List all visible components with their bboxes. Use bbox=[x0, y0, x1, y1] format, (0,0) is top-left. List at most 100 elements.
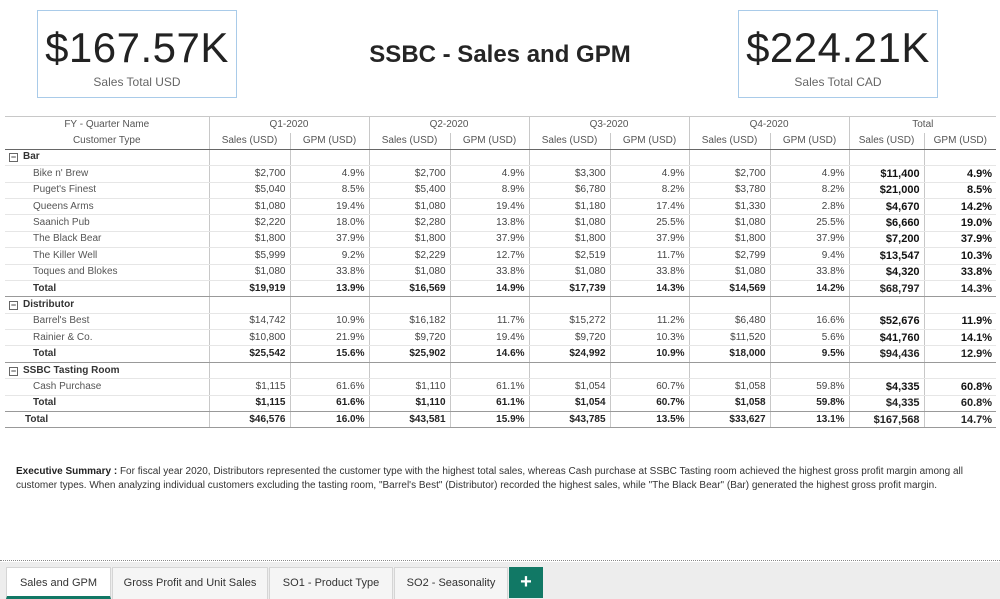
gpm-cell: 10.9% bbox=[289, 313, 370, 331]
sales-gpm-matrix[interactable]: FY - Quarter Name Q1-2020 Q2-2020 Q3-202… bbox=[5, 115, 997, 429]
group-row[interactable]: − Distributor bbox=[5, 296, 997, 314]
sales-cell: $15,272 bbox=[528, 313, 611, 331]
gpm-cell: 59.8% bbox=[769, 395, 850, 413]
customer-row[interactable]: Saanich Pub $2,220 18.0% $2,280 13.8% $1,080 2… bbox=[5, 214, 997, 232]
gpm-cell: 11.9% bbox=[923, 313, 997, 331]
sales-cell: $18,000 bbox=[688, 345, 771, 363]
header-sales[interactable]: Sales (USD) bbox=[528, 132, 611, 150]
report-page: $167.57K Sales Total USD SSBC - Sales an… bbox=[0, 0, 1000, 599]
tab-so2-seasonality[interactable]: SO2 - Seasonality bbox=[394, 567, 508, 599]
collapse-icon[interactable]: − bbox=[9, 153, 18, 163]
header-quarter[interactable]: Q3-2020 bbox=[528, 115, 690, 133]
group-row[interactable]: − Bar bbox=[5, 149, 997, 167]
header-quarter[interactable]: Q2-2020 bbox=[368, 115, 530, 133]
header-total-sales[interactable]: Sales (USD) bbox=[848, 132, 925, 150]
executive-summary: Executive Summary : For fiscal year 2020… bbox=[16, 465, 994, 493]
gpm-cell: 14.3% bbox=[923, 280, 997, 298]
empty-cell bbox=[449, 362, 530, 380]
gpm-cell: 19.4% bbox=[449, 329, 530, 347]
sales-cell: $11,400 bbox=[848, 165, 925, 183]
tab-sales-and-gpm[interactable]: Sales and GPM bbox=[6, 567, 111, 599]
sales-cell: $5,400 bbox=[368, 182, 451, 199]
gpm-cell: 9.2% bbox=[289, 247, 370, 265]
gpm-cell: 33.8% bbox=[289, 264, 370, 281]
subtotal-row[interactable]: Total $1,115 61.6% $1,110 61.1% $1,054 60.7% $1… bbox=[5, 395, 997, 413]
header-gpm[interactable]: GPM (USD) bbox=[289, 132, 370, 150]
subtotal-row[interactable]: Total $19,919 13.9% $16,569 14.9% $17,739 14.3… bbox=[5, 280, 997, 298]
customer-row[interactable]: Bike n' Brew $2,700 4.9% $2,700 4.9% $3,300 4.… bbox=[5, 165, 997, 183]
header-sales[interactable]: Sales (USD) bbox=[208, 132, 290, 150]
collapse-icon[interactable]: − bbox=[9, 366, 18, 376]
empty-cell bbox=[208, 362, 290, 380]
sales-cell: $7,200 bbox=[848, 231, 925, 249]
gpm-cell: 19.4% bbox=[449, 198, 530, 216]
sales-cell: $1,080 bbox=[208, 198, 290, 216]
gpm-cell: 37.9% bbox=[289, 231, 370, 249]
header-gpm[interactable]: GPM (USD) bbox=[769, 132, 850, 150]
header-sales[interactable]: Sales (USD) bbox=[688, 132, 771, 150]
gpm-cell: 4.9% bbox=[769, 165, 850, 183]
group-label[interactable]: − SSBC Tasting Room bbox=[5, 362, 209, 380]
sales-cell: $1,080 bbox=[688, 214, 771, 232]
empty-cell bbox=[688, 296, 771, 314]
gpm-cell: 37.9% bbox=[923, 231, 997, 249]
customer-row[interactable]: Cash Purchase $1,115 61.6% $1,110 61.1% $1,05… bbox=[5, 378, 997, 396]
group-name: SSBC Tasting Room bbox=[23, 364, 120, 376]
gpm-cell: 11.7% bbox=[449, 313, 530, 331]
empty-cell bbox=[923, 296, 997, 314]
sales-cell: $43,785 bbox=[528, 411, 611, 429]
group-label[interactable]: − Bar bbox=[5, 149, 209, 167]
row-label: Rainier & Co. bbox=[5, 329, 209, 347]
subtotal-row[interactable]: Total $25,542 15.6% $25,902 14.6% $24,992 10.9… bbox=[5, 345, 997, 363]
header-gpm[interactable]: GPM (USD) bbox=[609, 132, 690, 150]
sales-cell: $3,300 bbox=[528, 165, 611, 183]
customer-row[interactable]: The Black Bear $1,800 37.9% $1,800 37.9% $1,8… bbox=[5, 231, 997, 249]
gpm-cell: 10.3% bbox=[923, 247, 997, 265]
tab-so1-product-type[interactable]: SO1 - Product Type bbox=[269, 567, 393, 599]
sales-total-cad-card[interactable]: $224.21K Sales Total CAD bbox=[738, 10, 938, 98]
sales-cell: $10,800 bbox=[208, 329, 290, 347]
sales-cell: $43,581 bbox=[368, 411, 451, 429]
sales-cell: $2,700 bbox=[688, 165, 771, 183]
customer-row[interactable]: Barrel's Best $14,742 10.9% $16,182 11.7% $15… bbox=[5, 313, 997, 331]
gpm-cell: 10.3% bbox=[609, 329, 690, 347]
sales-total-usd-card[interactable]: $167.57K Sales Total USD bbox=[37, 10, 237, 98]
add-page-button[interactable]: + bbox=[509, 567, 543, 598]
sales-cell: $4,335 bbox=[848, 378, 925, 396]
empty-cell bbox=[848, 149, 925, 167]
customer-row[interactable]: Puget's Finest $5,040 8.5% $5,400 8.9% $6,780… bbox=[5, 182, 997, 199]
gpm-cell: 4.9% bbox=[609, 165, 690, 183]
customer-row[interactable]: Queens Arms $1,080 19.4% $1,080 19.4% $1,180 1… bbox=[5, 198, 997, 216]
customer-row[interactable]: Toques and Blokes $1,080 33.8% $1,080 33.8% $… bbox=[5, 264, 997, 281]
header-gpm[interactable]: GPM (USD) bbox=[449, 132, 530, 150]
gpm-cell: 10.9% bbox=[609, 345, 690, 363]
gpm-cell: 60.8% bbox=[923, 378, 997, 396]
row-label: Saanich Pub bbox=[5, 214, 209, 232]
header-quarter[interactable]: Q4-2020 bbox=[688, 115, 850, 133]
header-total[interactable]: Total bbox=[848, 115, 997, 133]
grand-total-row[interactable]: Total $46,576 16.0% $43,581 15.9% $43,785 13.5… bbox=[5, 411, 997, 429]
customer-row[interactable]: The Killer Well $5,999 9.2% $2,229 12.7% $2,5… bbox=[5, 247, 997, 265]
header-sales[interactable]: Sales (USD) bbox=[368, 132, 451, 150]
customer-row[interactable]: Rainier & Co. $10,800 21.9% $9,720 19.4% $9,7… bbox=[5, 329, 997, 347]
header-total-gpm[interactable]: GPM (USD) bbox=[923, 132, 997, 150]
gpm-cell: 33.8% bbox=[609, 264, 690, 281]
collapse-icon[interactable]: − bbox=[9, 300, 18, 310]
gpm-cell: 14.2% bbox=[769, 280, 850, 298]
group-row[interactable]: − SSBC Tasting Room bbox=[5, 362, 997, 380]
matrix-body: − Bar Bike n' Brew $2,700 4.9% $2,700 4.9% $3,3… bbox=[5, 149, 997, 429]
group-name: Distributor bbox=[23, 298, 75, 310]
tab-gross-profit-unit-sales[interactable]: Gross Profit and Unit Sales bbox=[112, 567, 268, 599]
sales-cell: $167,568 bbox=[848, 411, 925, 429]
group-label[interactable]: − Distributor bbox=[5, 296, 209, 314]
header-quarter[interactable]: Q1-2020 bbox=[208, 115, 370, 133]
sales-cell: $1,080 bbox=[688, 264, 771, 281]
sales-cell: $16,569 bbox=[368, 280, 451, 298]
empty-cell bbox=[368, 296, 451, 314]
empty-cell bbox=[769, 149, 850, 167]
header-fy-quarter[interactable]: FY - Quarter Name bbox=[5, 115, 209, 133]
header-customer-type[interactable]: Customer Type bbox=[5, 132, 209, 150]
sales-cell: $25,542 bbox=[208, 345, 290, 363]
gpm-cell: 17.4% bbox=[609, 198, 690, 216]
row-label: The Black Bear bbox=[5, 231, 209, 249]
